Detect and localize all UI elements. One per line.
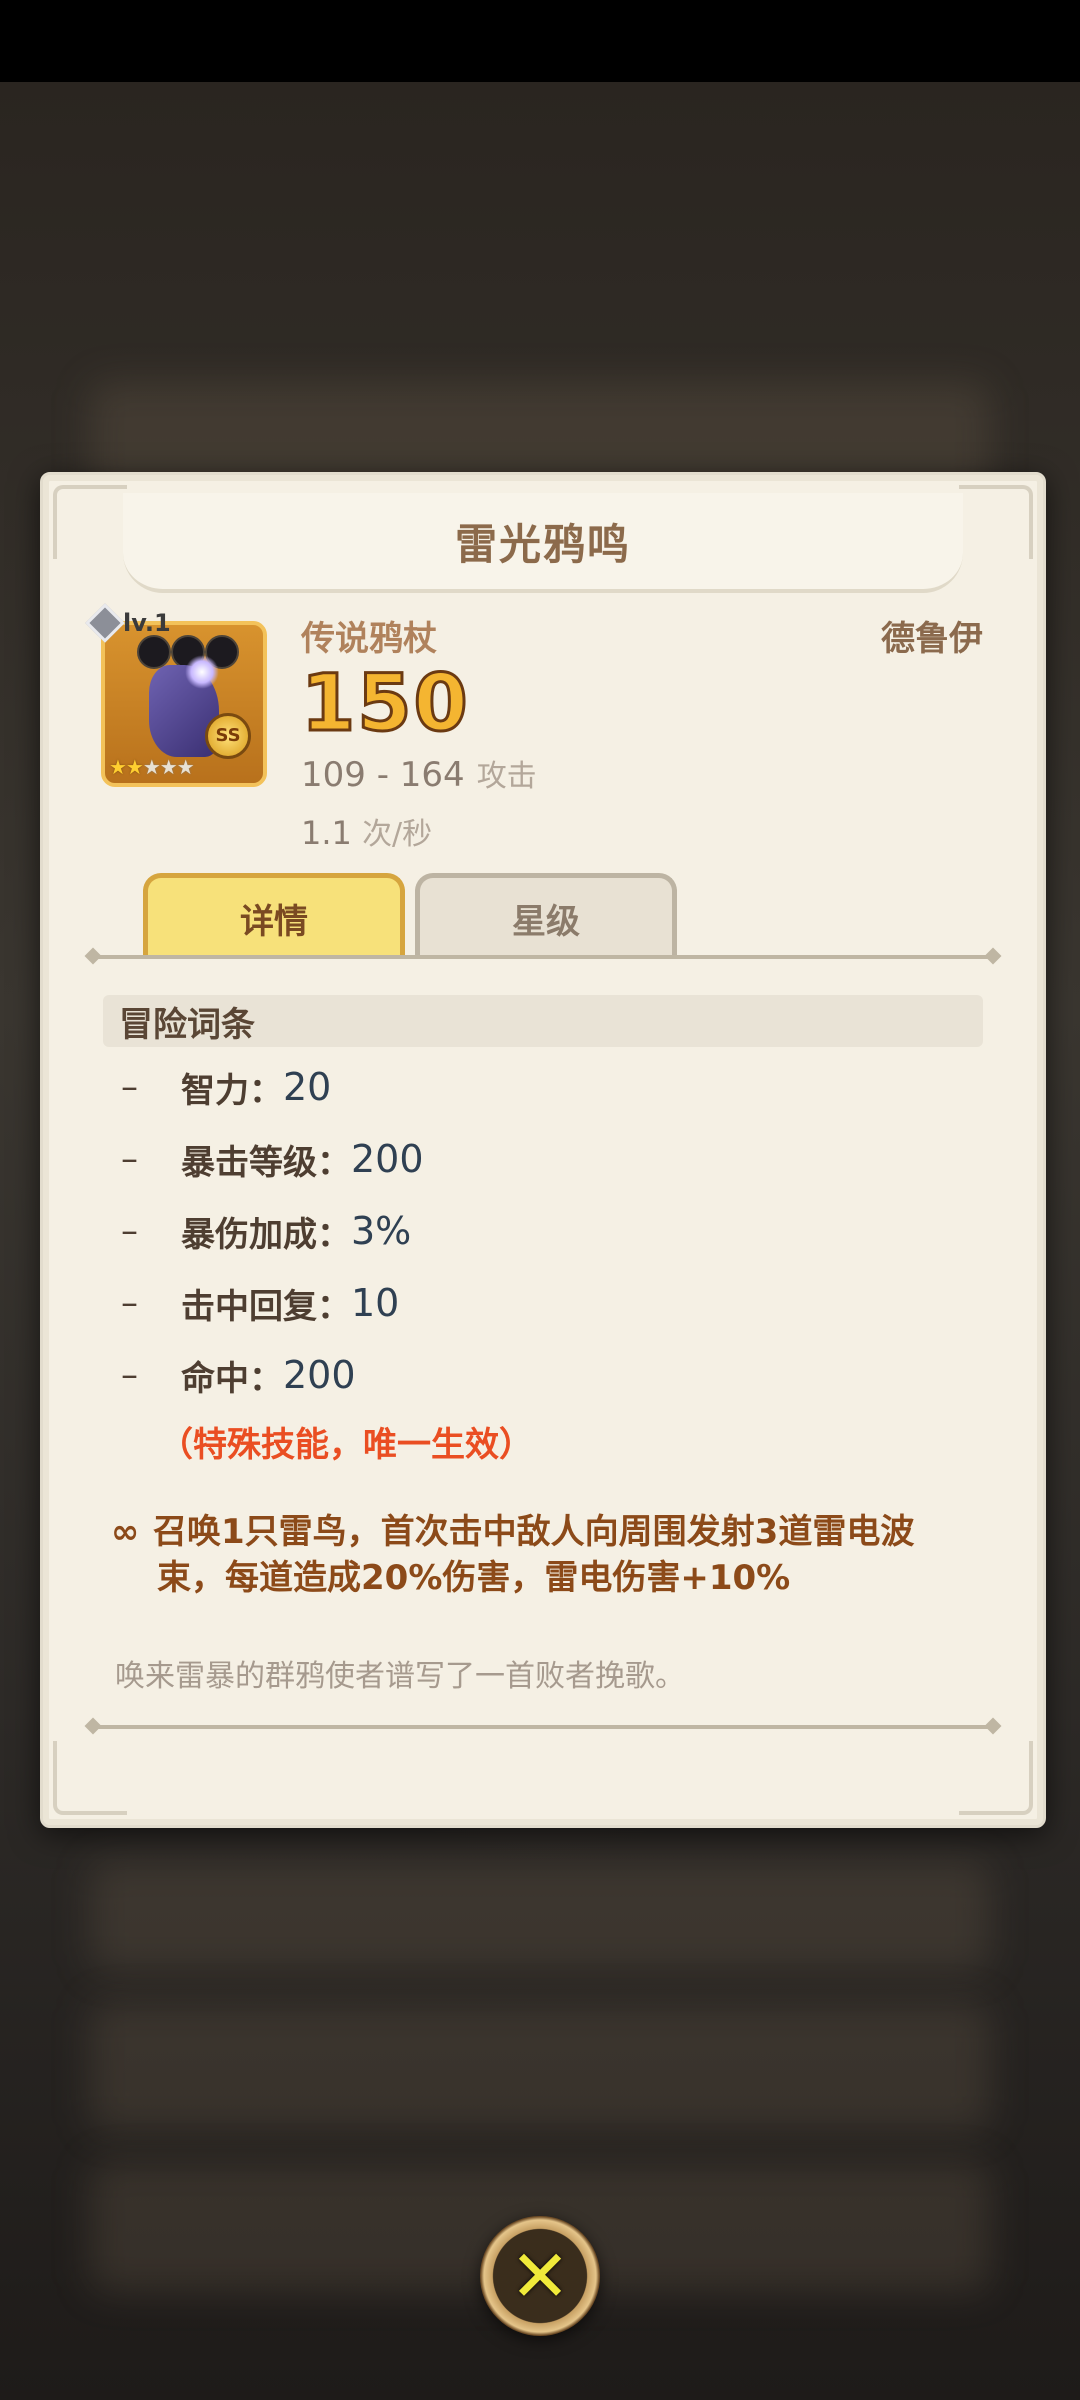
item-icon[interactable]: SS ★★★★★ xyxy=(101,621,267,787)
tab-stars[interactable]: 星级 xyxy=(415,873,677,959)
tab-details[interactable]: 详情 xyxy=(143,873,405,959)
attribute-value: 3% xyxy=(351,1209,412,1253)
ornament-corner xyxy=(959,485,1033,559)
power-value: 150 xyxy=(300,658,470,751)
skill-line-2: 束，每道造成20%伤害，雷电伤害+10% xyxy=(157,1558,791,1598)
gem-socket xyxy=(137,635,171,669)
link-icon: ∞ xyxy=(111,1512,140,1552)
skill-line-1: 召唤1只雷鸟，首次击中敌人向周围发射3道雷电波 xyxy=(153,1512,915,1552)
close-button[interactable]: ✕ xyxy=(480,2216,600,2336)
dash-icon: – xyxy=(121,1211,138,1251)
attribute-value: 200 xyxy=(283,1353,356,1397)
ss-grade-badge: SS xyxy=(205,713,251,759)
diamond-icon xyxy=(85,603,125,643)
attribute-name: 命中： xyxy=(181,1358,283,1399)
dash-icon: – xyxy=(121,1067,138,1107)
attack-speed: 1.1 次/秒 xyxy=(301,809,432,853)
attribute-name: 暴击等级： xyxy=(181,1142,351,1183)
skill-description: ∞ 召唤1只雷鸟，首次击中敌人向周围发射3道雷电波 束，每道造成20%伤害，雷电伤… xyxy=(111,1509,991,1601)
attribute-row: – 击中回复： 10 xyxy=(121,1273,399,1333)
attribute-row: – 命中： 200 xyxy=(121,1345,356,1405)
ornament-corner xyxy=(53,1741,127,1815)
item-title: 雷光鸦鸣 xyxy=(454,519,631,569)
attack-range-value: 109 - 164 xyxy=(301,755,465,795)
attribute-value: 20 xyxy=(283,1065,332,1109)
flavor-text: 唤来雷暴的群鸦使者谱写了一首败者挽歌。 xyxy=(115,1659,685,1694)
attribute-row: – 暴击等级： 200 xyxy=(121,1129,424,1189)
divider xyxy=(93,1725,993,1729)
attribute-row: – 智力： 20 xyxy=(121,1057,331,1117)
section-header: 冒险词条 xyxy=(103,995,983,1047)
dash-icon: – xyxy=(121,1355,138,1395)
weapon-type: 传说鸦杖 xyxy=(301,619,437,659)
speed-unit: 次/秒 xyxy=(362,817,433,852)
title-bar: 雷光鸦鸣 xyxy=(123,493,963,593)
status-bar xyxy=(0,0,1080,82)
dash-icon: – xyxy=(121,1283,138,1323)
class-name: 德鲁伊 xyxy=(881,619,983,659)
ornament-corner xyxy=(959,1741,1033,1815)
attack-label: 攻击 xyxy=(476,759,537,794)
level-text: lv.1 xyxy=(123,609,171,637)
dash-icon: – xyxy=(121,1139,138,1179)
item-detail-dialog: 雷光鸦鸣 lv.1 SS ★★★★★ 传说鸦杖 德鲁伊 150 109 - 16… xyxy=(40,472,1046,1828)
divider xyxy=(93,955,993,959)
attribute-name: 智力： xyxy=(181,1070,283,1111)
attribute-row: – 暴伤加成： 3% xyxy=(121,1201,411,1261)
ornament-corner xyxy=(53,485,127,559)
level-tag: lv.1 xyxy=(85,603,171,643)
lightning-spark-icon xyxy=(185,655,219,689)
attribute-name: 击中回复： xyxy=(181,1286,351,1327)
speed-value: 1.1 xyxy=(301,814,352,852)
attack-range: 109 - 164 攻击 xyxy=(301,751,537,795)
special-skill-note: （特殊技能，唯一生效） xyxy=(159,1425,533,1465)
attribute-value: 10 xyxy=(351,1281,400,1325)
close-icon: ✕ xyxy=(509,2234,571,2318)
attribute-name: 暴伤加成： xyxy=(181,1214,351,1255)
attribute-value: 200 xyxy=(351,1137,424,1181)
star-rating: ★★★★★ xyxy=(109,755,195,779)
